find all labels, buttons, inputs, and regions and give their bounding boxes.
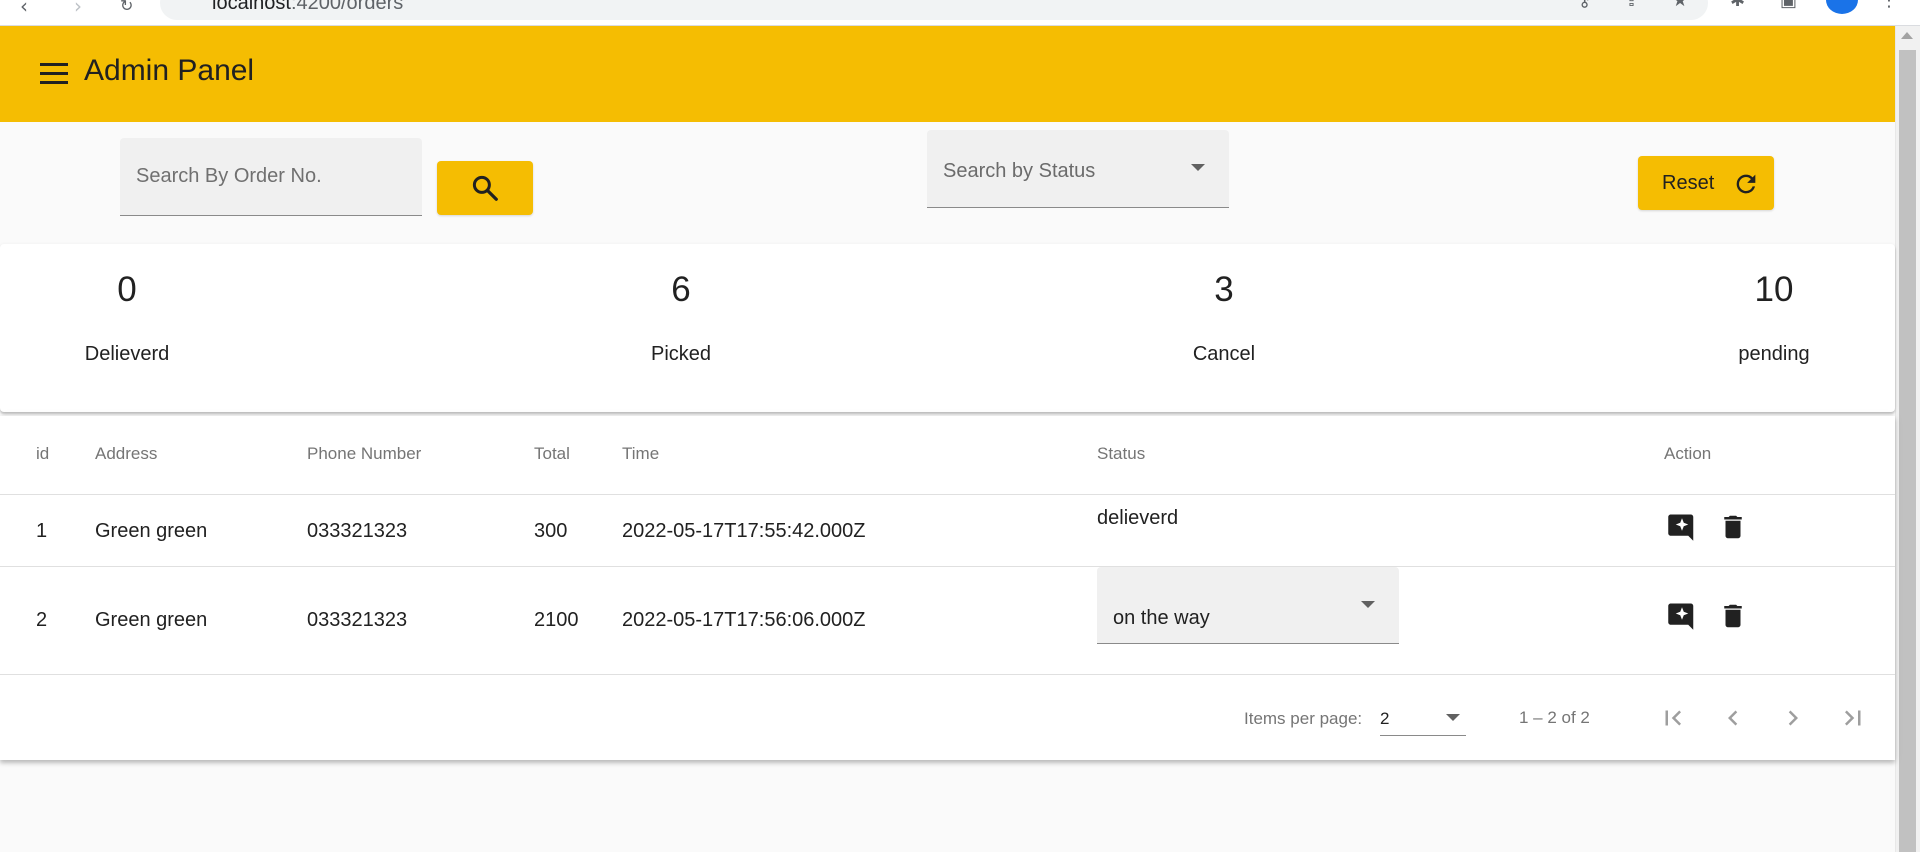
header-phone: Phone Number xyxy=(307,444,422,463)
header-action: Action xyxy=(1664,444,1712,463)
key-icon[interactable]: ⚷ xyxy=(1578,0,1596,10)
reload-icon[interactable]: ↻ xyxy=(120,0,133,15)
search-icon xyxy=(472,175,498,201)
next-page-icon[interactable] xyxy=(1778,703,1808,733)
browser-toolbar: ‹ › ↻ localhost:4200/orders ⚷ ⇪ ★ ✱ ▣ ⋮ xyxy=(0,0,1920,26)
page-size-value: 2 xyxy=(1380,709,1390,728)
stat-cancel-label: Cancel xyxy=(1192,343,1256,365)
stat-picked-count: 6 xyxy=(671,270,691,309)
stat-pending-label: pending xyxy=(1738,343,1810,365)
row-divider xyxy=(0,566,1895,567)
row-1-phone: 033321323 xyxy=(307,520,408,542)
scroll-up-icon[interactable] xyxy=(1901,32,1913,39)
header-total: Total xyxy=(534,444,570,463)
forward-icon[interactable]: › xyxy=(74,0,82,18)
refresh-icon xyxy=(1736,174,1756,194)
scrollbar-thumb[interactable] xyxy=(1899,50,1916,852)
status-select-label: Search by Status xyxy=(943,160,1096,182)
first-page-icon[interactable] xyxy=(1658,703,1688,733)
last-page-icon[interactable] xyxy=(1838,703,1868,733)
chevron-down-icon xyxy=(1361,601,1375,608)
stat-picked-label: Picked xyxy=(650,343,712,365)
page-size-select[interactable]: 2 xyxy=(1380,700,1466,736)
menu-icon[interactable] xyxy=(40,63,68,85)
share-icon[interactable]: ⇪ xyxy=(1624,0,1642,10)
order-search-field[interactable] xyxy=(120,138,422,216)
delete-icon[interactable] xyxy=(1718,512,1748,542)
orders-table xyxy=(0,416,1895,760)
row-1-status: delieverd xyxy=(1097,507,1179,529)
row-2-id: 2 xyxy=(36,609,48,631)
row-divider xyxy=(0,494,1895,495)
back-icon[interactable]: ‹ xyxy=(20,0,28,18)
header-time: Time xyxy=(622,444,660,463)
row-2-total: 2100 xyxy=(534,609,579,631)
header-address: Address xyxy=(95,444,158,463)
add-comment-icon[interactable] xyxy=(1667,601,1697,631)
search-button[interactable] xyxy=(437,161,533,215)
row-1-id: 1 xyxy=(36,520,48,542)
reset-button-label: Reset xyxy=(1662,172,1715,194)
chevron-down-icon xyxy=(1446,714,1460,721)
row-2-address: Green green xyxy=(95,609,208,631)
order-stats-card xyxy=(0,244,1895,412)
more-menu-icon[interactable]: ⋮ xyxy=(1880,0,1898,10)
row-divider xyxy=(0,674,1895,675)
row-1-address: Green green xyxy=(95,520,208,542)
row-2-status-value: on the way xyxy=(1113,607,1210,629)
row-2-status-select[interactable]: on the way xyxy=(1097,567,1399,644)
stat-cancel-count: 3 xyxy=(1214,270,1234,309)
stat-delivered-count: 0 xyxy=(117,270,137,309)
app-title: Admin Panel xyxy=(84,54,255,87)
row-2-phone: 033321323 xyxy=(307,609,408,631)
url-text[interactable]: localhost:4200/orders xyxy=(212,0,403,15)
previous-page-icon[interactable] xyxy=(1718,703,1748,733)
row-2-time: 2022-05-17T17:56:06.000Z xyxy=(622,609,866,631)
header-status: Status xyxy=(1097,444,1146,463)
row-1-total: 300 xyxy=(534,520,568,542)
app-toolbar xyxy=(0,26,1895,122)
items-per-page-label: Items per page: xyxy=(1244,709,1363,728)
sidepanel-icon[interactable]: ▣ xyxy=(1780,0,1798,10)
stat-pending-count: 10 xyxy=(1754,270,1794,309)
chevron-down-icon xyxy=(1191,164,1205,171)
stat-delivered-label: Delieverd xyxy=(84,343,170,365)
profile-avatar[interactable] xyxy=(1826,0,1858,14)
bookmark-star-icon[interactable]: ★ xyxy=(1672,0,1690,10)
order-search-input[interactable] xyxy=(136,138,393,215)
extensions-icon[interactable]: ✱ xyxy=(1730,0,1748,10)
row-1-time: 2022-05-17T17:55:42.000Z xyxy=(622,520,866,542)
range-label: 1 – 2 of 2 xyxy=(1519,708,1590,727)
header-id: id xyxy=(36,444,50,463)
reset-button[interactable]: Reset xyxy=(1638,156,1774,210)
add-comment-icon[interactable] xyxy=(1667,512,1697,542)
status-select[interactable]: Search by Status xyxy=(927,130,1229,208)
delete-icon[interactable] xyxy=(1718,601,1748,631)
